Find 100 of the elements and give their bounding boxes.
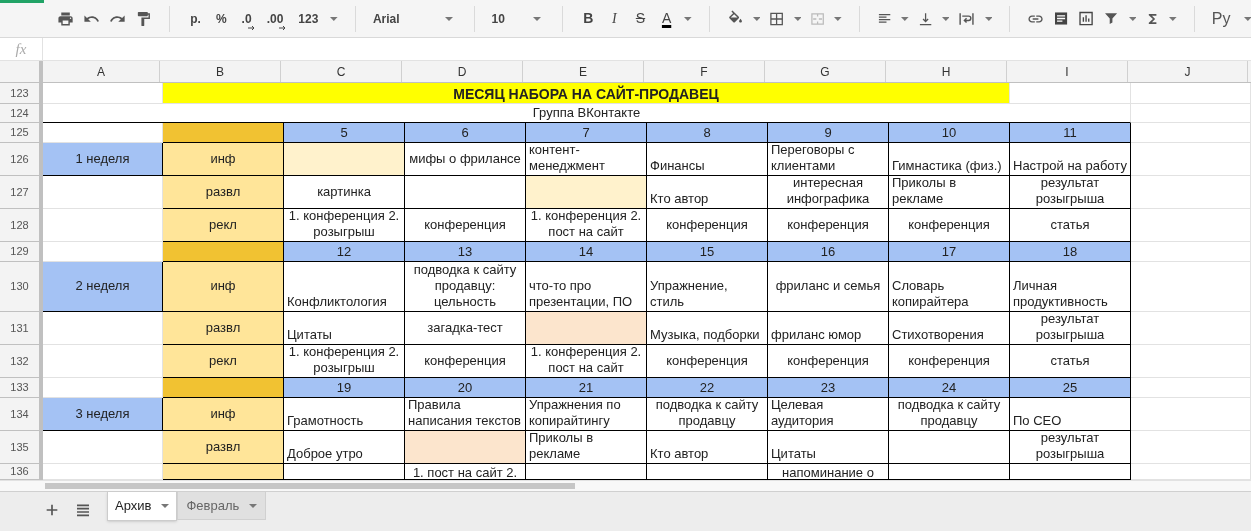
bold-button[interactable]: B bbox=[579, 8, 597, 29]
number-format-button[interactable]: .00 bbox=[263, 6, 287, 31]
row-header[interactable]: 123 bbox=[0, 83, 43, 104]
caret-icon[interactable] bbox=[444, 16, 453, 21]
sheet-tab[interactable]: Архив bbox=[107, 492, 178, 521]
scrollbar-thumb[interactable] bbox=[45, 483, 575, 489]
caret-icon[interactable] bbox=[901, 16, 909, 21]
table-cell: результат розыгрыша bbox=[1010, 176, 1131, 209]
table-cell: 23 bbox=[768, 378, 889, 398]
row-header[interactable]: 133 bbox=[0, 378, 43, 398]
table-cell: рекл bbox=[163, 345, 284, 378]
table-cell: 9 bbox=[768, 123, 889, 143]
caret-icon[interactable] bbox=[1243, 16, 1251, 21]
column-header[interactable]: I bbox=[1007, 61, 1128, 82]
font-size-dropdown[interactable]: 10 bbox=[491, 6, 545, 31]
caret-icon[interactable] bbox=[752, 16, 761, 21]
table-cell: 11 bbox=[1010, 123, 1131, 143]
table-cell: 8 bbox=[647, 123, 768, 143]
row-header[interactable]: 125 bbox=[0, 123, 43, 143]
input-tools-button[interactable]: Ру bbox=[1211, 6, 1231, 31]
strikethrough-button[interactable]: S bbox=[631, 8, 650, 29]
number-format-button[interactable]: % bbox=[212, 6, 230, 31]
caret-icon[interactable] bbox=[1128, 16, 1137, 21]
table-cell: 5 bbox=[284, 123, 405, 143]
merge-cells-icon[interactable] bbox=[810, 10, 826, 27]
table-cell: Упражнение, стиль bbox=[647, 262, 768, 312]
caret-icon[interactable] bbox=[941, 16, 950, 21]
row-header[interactable]: 130 bbox=[0, 262, 43, 312]
caret-icon[interactable] bbox=[834, 16, 842, 21]
caret-icon[interactable] bbox=[1169, 16, 1177, 21]
caret-icon[interactable] bbox=[249, 503, 258, 508]
table-cell: 3 неделя bbox=[43, 398, 163, 431]
column-header[interactable]: G bbox=[765, 61, 886, 82]
caret-icon[interactable] bbox=[793, 16, 802, 21]
italic-button[interactable]: I bbox=[605, 8, 623, 29]
arrow-icon[interactable] bbox=[279, 25, 287, 30]
caret-icon[interactable] bbox=[161, 504, 170, 508]
row-header[interactable]: 136 bbox=[0, 464, 43, 480]
number-format-button[interactable]: 123 bbox=[295, 6, 322, 31]
table-cell: По СЕО bbox=[1010, 398, 1131, 431]
caret-icon[interactable] bbox=[532, 16, 541, 21]
caret-icon[interactable] bbox=[984, 16, 993, 21]
table-cell: Кто автор bbox=[647, 431, 768, 464]
column-header[interactable]: D bbox=[402, 61, 523, 82]
table-cell: 2 неделя bbox=[43, 262, 163, 312]
caret-icon[interactable] bbox=[330, 16, 338, 21]
table-cell: инф bbox=[163, 143, 284, 176]
table-cell: развл bbox=[163, 431, 284, 464]
chart-icon[interactable] bbox=[1078, 10, 1095, 27]
table-cell: Музыка, подборки bbox=[647, 312, 768, 345]
table-cell: 18 bbox=[1010, 242, 1131, 262]
table-cell: 19 bbox=[284, 378, 405, 398]
column-header[interactable]: E bbox=[523, 61, 644, 82]
row-header[interactable]: 134 bbox=[0, 398, 43, 431]
menu-icon[interactable] bbox=[75, 502, 91, 518]
table-cell: 14 bbox=[526, 242, 647, 262]
row-header[interactable]: 124 bbox=[0, 104, 43, 123]
table-cell: Цитаты bbox=[768, 431, 889, 464]
row-header[interactable]: 132 bbox=[0, 345, 43, 378]
column-header[interactable]: B bbox=[160, 61, 281, 82]
row-header[interactable]: 135 bbox=[0, 431, 43, 464]
borders-icon[interactable] bbox=[769, 10, 785, 27]
paint-roller-icon[interactable] bbox=[135, 9, 153, 28]
table-cell: МЕСЯЦ НАБОРА НА САЙТ-ПРОДАВЕЦ bbox=[163, 83, 1010, 104]
column-header[interactable]: H bbox=[886, 61, 1007, 82]
table-cell: мифы о фрилансе bbox=[405, 143, 526, 176]
row-header[interactable]: 127 bbox=[0, 176, 43, 209]
table-cell: 25 bbox=[1010, 378, 1131, 398]
table-cell: развл bbox=[163, 176, 284, 209]
caret-icon[interactable] bbox=[684, 16, 692, 21]
row-header[interactable]: 126 bbox=[0, 143, 43, 176]
vertical-align-icon[interactable] bbox=[917, 10, 933, 27]
table-cell: 20 bbox=[405, 378, 526, 398]
table-cell: результат розыгрыша bbox=[1010, 312, 1131, 345]
comment-icon[interactable] bbox=[1053, 10, 1070, 27]
column-header[interactable]: C bbox=[281, 61, 402, 82]
column-header[interactable]: F bbox=[644, 61, 765, 82]
plus-icon[interactable] bbox=[44, 502, 60, 518]
table-cell: Приколы в рекламе bbox=[526, 431, 647, 464]
row-header[interactable]: 128 bbox=[0, 209, 43, 242]
table-cell: интересная инфографика bbox=[768, 176, 889, 209]
arrow-icon[interactable] bbox=[247, 25, 255, 30]
column-header[interactable]: A bbox=[43, 61, 160, 82]
number-format-button[interactable]: .0 bbox=[238, 6, 255, 31]
column-header[interactable]: J bbox=[1128, 61, 1248, 82]
row-header[interactable]: 131 bbox=[0, 312, 43, 345]
row-header[interactable]: 129 bbox=[0, 242, 43, 262]
table-cell: Стихотворения bbox=[889, 312, 1010, 345]
table-cell: 17 bbox=[889, 242, 1010, 262]
table-cell: Кто автор bbox=[647, 176, 768, 209]
number-format-button[interactable]: р. bbox=[187, 6, 204, 31]
sheet-tab[interactable]: Февраль bbox=[177, 492, 267, 520]
table-cell: 1 неделя bbox=[43, 143, 163, 176]
font-dropdown[interactable]: Arial bbox=[372, 6, 457, 31]
table-cell: результат розыгрыша bbox=[1010, 431, 1131, 464]
table-cell: 6 bbox=[405, 123, 526, 143]
text-color-button[interactable]: A bbox=[658, 8, 676, 29]
table-cell: подводка к сайту продавцу: цельность bbox=[405, 262, 526, 312]
formula-label: fx bbox=[0, 37, 43, 61]
table-cell: Цитаты bbox=[284, 312, 405, 345]
